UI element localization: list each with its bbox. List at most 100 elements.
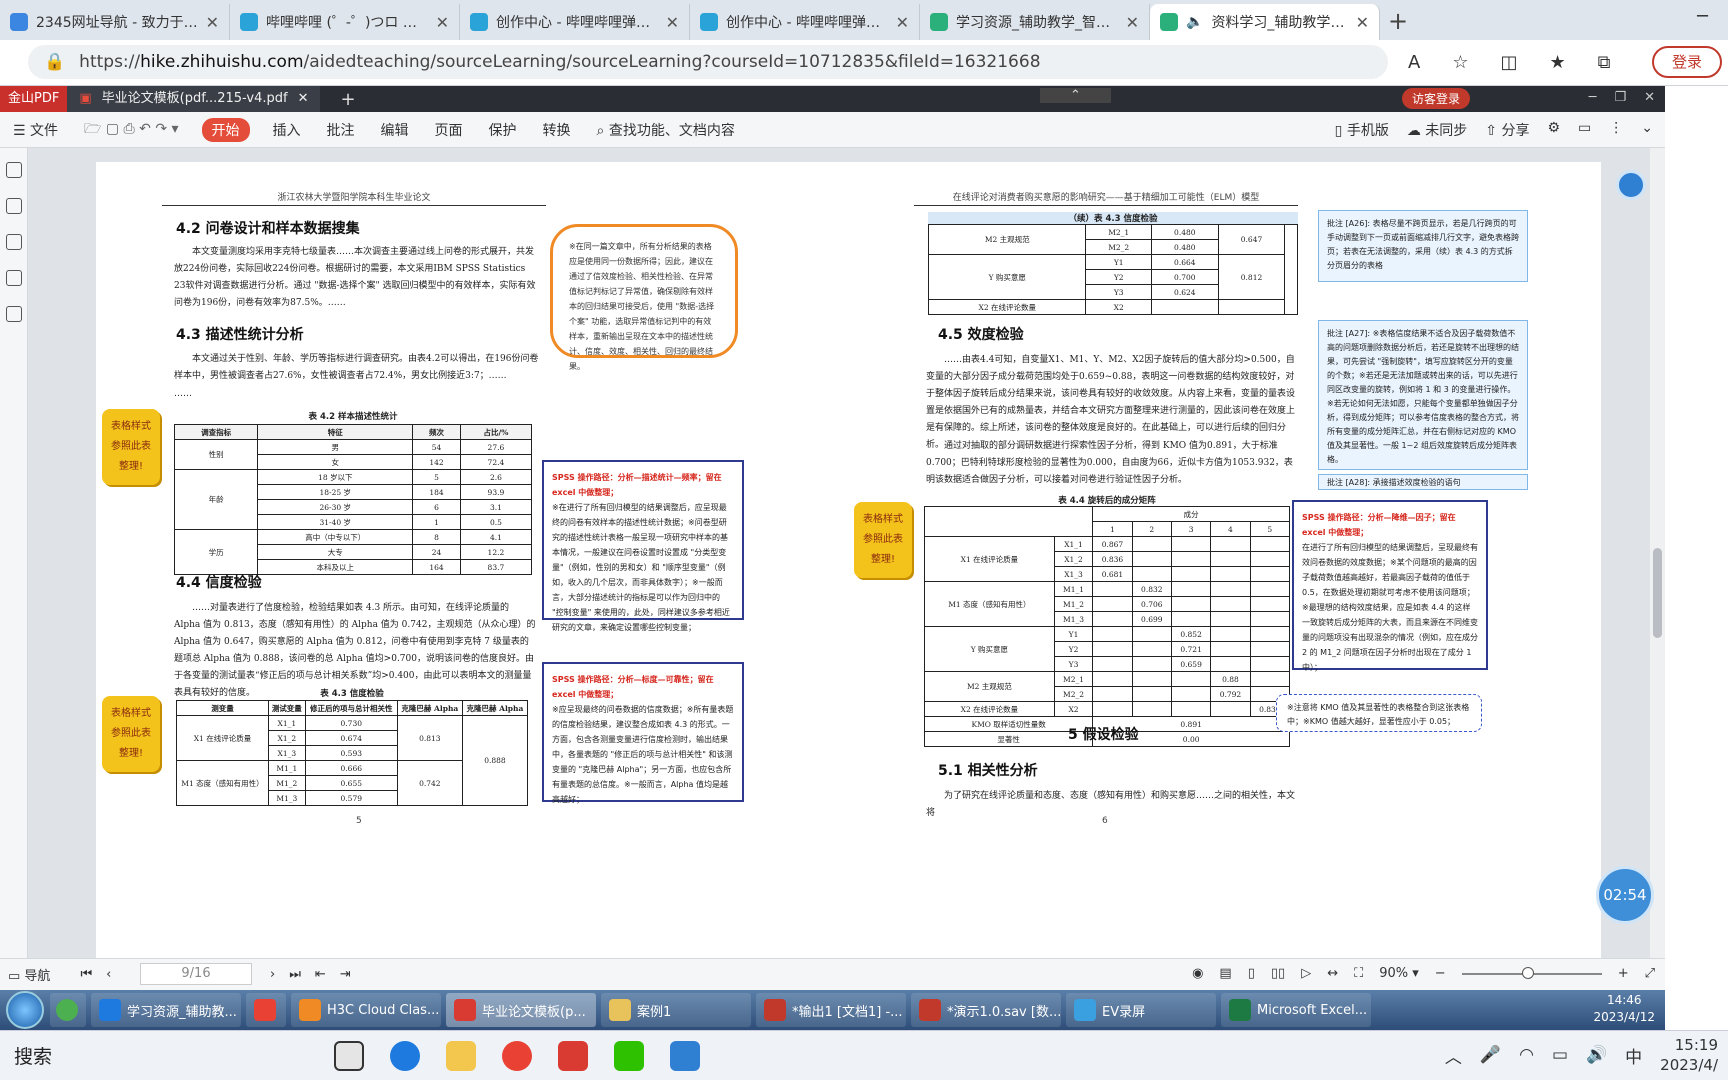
comment-a28[interactable]: 批注 [A28]: 承接描述效度检验的语句 bbox=[1318, 474, 1528, 490]
split-screen-icon[interactable]: ◫ bbox=[1500, 52, 1517, 73]
url-field[interactable]: 🔒 https://hike.zhihuishu.com/aidedteachi… bbox=[28, 45, 1388, 79]
page-nav-buttons[interactable]: ⏮ ‹ bbox=[80, 967, 111, 982]
win7-taskbar-item[interactable] bbox=[246, 993, 286, 1027]
attachment-icon[interactable] bbox=[6, 270, 22, 286]
edge-icon[interactable] bbox=[390, 1040, 420, 1071]
file-explorer-icon[interactable] bbox=[446, 1040, 476, 1071]
close-tab-icon[interactable]: ✕ bbox=[1126, 13, 1139, 32]
win7-taskbar-item[interactable]: H3C Cloud Clas... bbox=[291, 993, 441, 1027]
chevron-up-icon[interactable]: ︿ bbox=[1445, 1043, 1462, 1068]
win7-taskbar-item[interactable]: EV录屏 bbox=[1066, 993, 1216, 1027]
new-tab-button[interactable]: + bbox=[1380, 4, 1416, 40]
browser-tab-6-active[interactable]: 🔈 资料学习_辅助教学_智 ✕ bbox=[1150, 4, 1380, 40]
close-tab-icon[interactable]: ✕ bbox=[666, 13, 679, 32]
close-tab-icon[interactable]: ✕ bbox=[436, 13, 449, 32]
ime-indicator[interactable]: 中 bbox=[1625, 1043, 1642, 1068]
photos-icon[interactable] bbox=[670, 1040, 700, 1071]
lock-icon[interactable]: 🔒 bbox=[44, 52, 65, 72]
back-icon[interactable]: ⇤ bbox=[315, 967, 326, 982]
fit-width-icon[interactable]: ↔ bbox=[1327, 966, 1338, 981]
menu-protect[interactable]: 保护 bbox=[476, 120, 530, 140]
speaker-icon[interactable]: 🔈 bbox=[1186, 14, 1203, 30]
comment-a27[interactable]: 批注 [A27]: ※表格信度结果不适合及因子载荷数值不高的问题项删除数据分析后… bbox=[1318, 320, 1528, 470]
document-tab[interactable]: ▣ 毕业论文模板(pdf...215-v4.pdf ✕ bbox=[67, 86, 321, 112]
collections-icon[interactable]: ⧉ bbox=[1598, 52, 1611, 73]
continuous-view-icon[interactable]: ▤ bbox=[1219, 966, 1231, 981]
menu-annotate[interactable]: 批注 bbox=[314, 120, 368, 140]
signature-icon[interactable] bbox=[6, 306, 22, 322]
sync-button[interactable]: ☁ 未同步 bbox=[1407, 120, 1467, 140]
wps-icon[interactable] bbox=[558, 1040, 588, 1071]
comment-icon[interactable]: ▭ bbox=[1578, 120, 1591, 140]
read-aloud-icon[interactable]: A bbox=[1408, 52, 1420, 73]
settings-icon[interactable]: ⚙ bbox=[1547, 120, 1560, 140]
win7-taskbar-item[interactable]: *演示1.0.sav [数... bbox=[911, 993, 1061, 1027]
microphone-icon[interactable]: 🎤 bbox=[1480, 1045, 1501, 1065]
more-icon[interactable]: ⋮ bbox=[1609, 120, 1623, 140]
mobile-version-button[interactable]: ▯ 手机版 bbox=[1335, 120, 1389, 140]
battery-icon[interactable]: ▭ bbox=[1552, 1045, 1568, 1065]
wps-logo[interactable]: 金山PDF bbox=[0, 86, 68, 112]
scroll-thumb[interactable] bbox=[1653, 548, 1662, 638]
fullscreen-icon[interactable]: ⤢ bbox=[1645, 966, 1655, 981]
start-button[interactable] bbox=[6, 991, 44, 1029]
wifi-icon[interactable]: ◠ bbox=[1519, 1045, 1534, 1065]
chrome-icon[interactable] bbox=[502, 1040, 532, 1071]
page-input[interactable]: 9/16 bbox=[140, 963, 252, 985]
menu-convert[interactable]: 转换 bbox=[530, 120, 584, 140]
minimize-icon[interactable]: ─ bbox=[1589, 90, 1597, 105]
win7-taskbar-item[interactable]: 学习资源_辅助教... bbox=[91, 993, 241, 1027]
close-tab-icon[interactable]: ✕ bbox=[206, 13, 219, 32]
volume-icon[interactable]: 🔊 bbox=[1586, 1045, 1607, 1065]
win7-taskbar-item[interactable]: 案例1 bbox=[601, 993, 751, 1027]
win10-clock[interactable]: 15:19 2023/4/ bbox=[1660, 1035, 1718, 1075]
collapse-icon[interactable]: ⌃ bbox=[1040, 88, 1111, 103]
close-icon[interactable]: ✕ bbox=[1644, 90, 1655, 105]
first-page-icon[interactable]: ⏮ bbox=[80, 967, 92, 982]
menu-home[interactable]: 开始 bbox=[201, 117, 250, 142]
close-tab-icon[interactable]: ✕ bbox=[896, 13, 909, 32]
menu-page[interactable]: 页面 bbox=[422, 120, 476, 140]
search-box[interactable]: ⌕ 查找功能、文档内容 bbox=[584, 120, 748, 140]
login-button[interactable]: 登录 bbox=[1652, 46, 1722, 78]
share-button[interactable]: ⇧ 分享 bbox=[1485, 120, 1529, 140]
menu-edit[interactable]: 编辑 bbox=[368, 120, 422, 140]
task-view-icon[interactable] bbox=[334, 1040, 364, 1071]
hamburger-menu-icon[interactable]: ☰ 文件 bbox=[0, 120, 71, 140]
zoom-out-icon[interactable]: − bbox=[1435, 966, 1446, 981]
new-document-button[interactable]: + bbox=[340, 89, 355, 110]
restore-icon[interactable]: ❐ bbox=[1614, 90, 1626, 105]
browser-tab-5[interactable]: 学习资源_辅助教学_智慧树 ✕ bbox=[920, 4, 1150, 40]
win7-taskbar-item[interactable]: *输出1 [文档1] -... bbox=[756, 993, 906, 1027]
add-favorite-icon[interactable]: ☆ bbox=[1452, 52, 1468, 73]
browser-tab-1[interactable]: 2345网址导航 - 致力于打造 ✕ bbox=[0, 4, 230, 40]
zoom-in-icon[interactable]: + bbox=[1618, 966, 1629, 981]
bookmark-icon[interactable] bbox=[6, 162, 22, 178]
navigation-button[interactable]: ▭ 导航 bbox=[8, 965, 50, 984]
single-page-icon[interactable]: ▯ bbox=[1248, 966, 1255, 981]
quick-tools-icons[interactable]: 🗁 ▢ ⎙ ↶ ↷ ▾ bbox=[71, 118, 192, 142]
last-page-icon[interactable]: ⏭ bbox=[289, 967, 301, 982]
vertical-scrollbar[interactable] bbox=[1650, 148, 1665, 958]
win7-taskbar-item[interactable]: 毕业论文模板(p... bbox=[446, 993, 596, 1027]
close-doc-icon[interactable]: ✕ bbox=[298, 86, 309, 112]
page-nav-buttons-right[interactable]: › ⏭ ⇤ ⇥ bbox=[270, 967, 351, 982]
fit-page-icon[interactable]: ⛶ bbox=[1354, 966, 1363, 981]
floating-page-icon[interactable] bbox=[1616, 170, 1646, 200]
recording-timer[interactable]: 02:54 bbox=[1596, 866, 1654, 924]
play-icon[interactable]: ▷ bbox=[1301, 966, 1311, 981]
minimize-icon[interactable]: ─ bbox=[1697, 6, 1708, 27]
two-page-icon[interactable]: ▯▯ bbox=[1271, 966, 1285, 981]
comment-a26[interactable]: 批注 [A26]: 表格尽量不跨页显示，若是几行跨页的可手动调整到下一页或前面缩… bbox=[1318, 210, 1528, 282]
chevron-down-icon[interactable]: ⌄ bbox=[1641, 120, 1653, 140]
zoom-dropdown[interactable]: 90% ▾ bbox=[1379, 966, 1419, 981]
browser-tab-2[interactable]: 哔哩哔哩 (゜-゜)つロ 干杯~ ✕ bbox=[230, 4, 460, 40]
wechat-icon[interactable] bbox=[614, 1040, 644, 1071]
close-tab-icon[interactable]: ✕ bbox=[1356, 13, 1369, 32]
next-page-icon[interactable]: › bbox=[270, 967, 275, 982]
browser-tab-4[interactable]: 创作中心 - 哔哩哔哩弹幕视 ✕ bbox=[690, 4, 920, 40]
visitor-login-button[interactable]: 访客登录 bbox=[1401, 88, 1470, 109]
forward-icon[interactable]: ⇥ bbox=[340, 967, 351, 982]
search-box[interactable]: 搜索 bbox=[14, 1042, 234, 1069]
win7-taskbar-item[interactable]: Microsoft Excel... bbox=[1221, 993, 1371, 1027]
